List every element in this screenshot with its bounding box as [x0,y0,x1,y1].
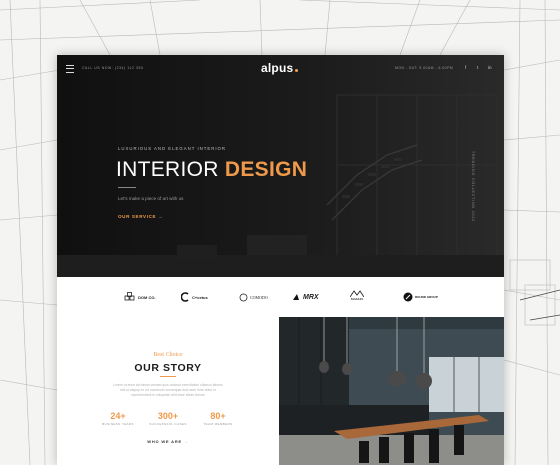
hero-title: INTERIOR DESIGN [116,158,307,182]
hero-subtitle: Let's make a piece of art with us [118,196,184,201]
partner-name: ROUND GROUP [415,295,438,299]
stat-number: 80+ [210,411,226,421]
stat-number: 300+ [157,411,179,421]
hero-section: CALL US NOW: (234) 112 355 alpus MON - S… [57,55,504,277]
stat-business-years: 24+ BUSINESS YEARS [93,411,143,426]
vertical-collection-label: TRENDING COLLECTION 2022 [471,151,475,222]
round-icon [403,292,413,302]
partner-logo: C+cetus [181,290,208,304]
stat-label: TEAM MEMBERS [203,422,233,426]
site-logo[interactable]: alpus [261,61,293,75]
our-service-link[interactable]: OUR SERVICE → [118,214,163,219]
hero-title-plain: INTERIOR [116,158,219,181]
circle-logo-icon [239,293,248,301]
partner-name: C+cetus [192,294,208,300]
hero-divider [118,187,136,188]
call-us-text: CALL US NOW: (234) 112 355 [82,66,144,70]
twitter-icon[interactable]: t [477,65,478,70]
kitchen-interior-photo [279,317,504,465]
partner-name: DOM CO. [138,294,156,300]
arrow-right-icon: → [158,214,164,219]
facebook-icon[interactable]: f [465,65,466,70]
stat-label: SUCCESSFUL CASES [149,422,187,426]
top-navigation: CALL US NOW: (234) 112 355 alpus MON - S… [57,55,504,81]
hero-title-accent: DESIGN [224,158,308,181]
cubes-icon [124,292,135,301]
website-mockup: CALL US NOW: (234) 112 355 alpus MON - S… [57,55,504,465]
opening-hours: MON - SAT: 9.00AM - 6.00PM [395,66,454,70]
partner-name: MRX [303,293,319,301]
mountain-icon [350,290,364,297]
partner-logo: COMODO [239,290,268,304]
c-plus-icon [181,292,189,302]
linkedin-icon[interactable]: in [488,65,492,70]
arrow-right-icon: → [183,439,189,444]
story-paragraph-line: reprehenderit in voluptate velit esse ci… [131,393,205,397]
partner-name: MASSAS [350,297,364,301]
our-service-label: OUR SERVICE [118,214,157,219]
stat-successful-cases: 300+ SUCCESSFUL CASES [143,411,193,426]
our-story-section: Best Choice OUR STORY Lorem ut enim ad m… [57,317,279,465]
partner-logo: ROUND GROUP [403,290,438,304]
stat-label: BUSINESS YEARS [102,422,134,426]
partner-logos-strip: DOM CO. C+cetus COMODO MRX MASSAS ROUND … [57,277,504,318]
mrx-icon [293,294,299,300]
stat-team-members: 80+ TEAM MEMBERS [193,411,243,426]
who-we-are-label: WHO WE ARE [147,439,182,444]
partner-logo: DOM CO. [124,290,156,304]
partner-name: COMODO [250,294,268,300]
logo-dot [295,69,298,72]
who-we-are-link[interactable]: WHO WE ARE → [57,439,279,444]
hamburger-menu-icon[interactable] [66,65,74,73]
partner-logo: MRX [293,290,319,304]
story-heading: OUR STORY [134,362,202,374]
story-kicker: Best Choice [153,352,183,358]
partner-logo: MASSAS [350,290,364,304]
story-divider [160,376,176,377]
stat-number: 24+ [110,411,126,421]
hero-tagline: LUXURIOUS AND ELEGANT INTERIOR [118,146,226,151]
